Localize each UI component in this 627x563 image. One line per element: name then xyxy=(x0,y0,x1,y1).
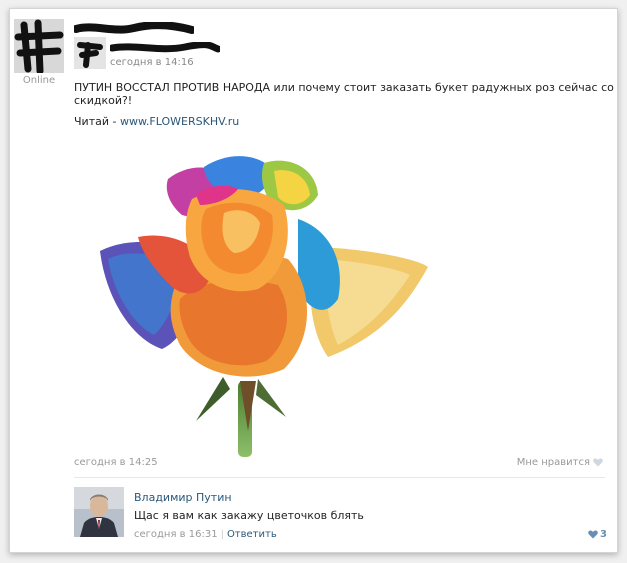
comment-author[interactable]: Владимир Путин xyxy=(134,491,232,504)
comment-text: Щас я вам как закажу цветочков блять xyxy=(134,509,364,522)
rainbow-rose-image[interactable] xyxy=(88,149,428,459)
author-avatar[interactable] xyxy=(14,19,64,73)
avatar-censor-scribble xyxy=(14,19,64,73)
comment-divider xyxy=(74,477,605,478)
repost-avatar-censor xyxy=(74,37,106,69)
read-prefix: Читай - xyxy=(74,115,120,128)
comment-meta: сегодня в 16:31 | Ответить xyxy=(134,529,277,540)
post-footer-date[interactable]: сегодня в 14:25 xyxy=(74,457,158,468)
online-status: Online xyxy=(22,75,56,86)
heart-icon xyxy=(588,530,598,539)
like-button[interactable]: Мне нравится xyxy=(517,457,603,468)
comment-date[interactable]: сегодня в 16:31 xyxy=(134,529,218,540)
post-text: ПУТИН ВОССТАЛ ПРОТИВ НАРОДА или почему с… xyxy=(74,81,614,107)
post-card: Online сегодня в 14:16 ПУТИН ВОССТАЛ ПРО… xyxy=(9,8,618,553)
reply-button[interactable]: Ответить xyxy=(227,529,277,540)
comment-like-count: 3 xyxy=(600,529,607,540)
author-name-censored xyxy=(72,21,196,35)
read-line: Читай - www.FLOWERSKHV.ru xyxy=(74,115,239,128)
meta-separator: | xyxy=(220,529,224,540)
heart-icon xyxy=(593,458,603,467)
rose-illustration xyxy=(100,156,428,457)
flowers-link[interactable]: www.FLOWERSKHV.ru xyxy=(120,115,239,128)
comment-like-button[interactable]: 3 xyxy=(588,529,607,540)
comment-avatar[interactable] xyxy=(74,487,124,537)
person-photo xyxy=(74,487,124,537)
repost-source-censored xyxy=(108,39,222,53)
post-date[interactable]: сегодня в 14:16 xyxy=(110,57,194,68)
repost-avatar[interactable] xyxy=(74,37,106,69)
like-label: Мне нравится xyxy=(516,457,590,468)
